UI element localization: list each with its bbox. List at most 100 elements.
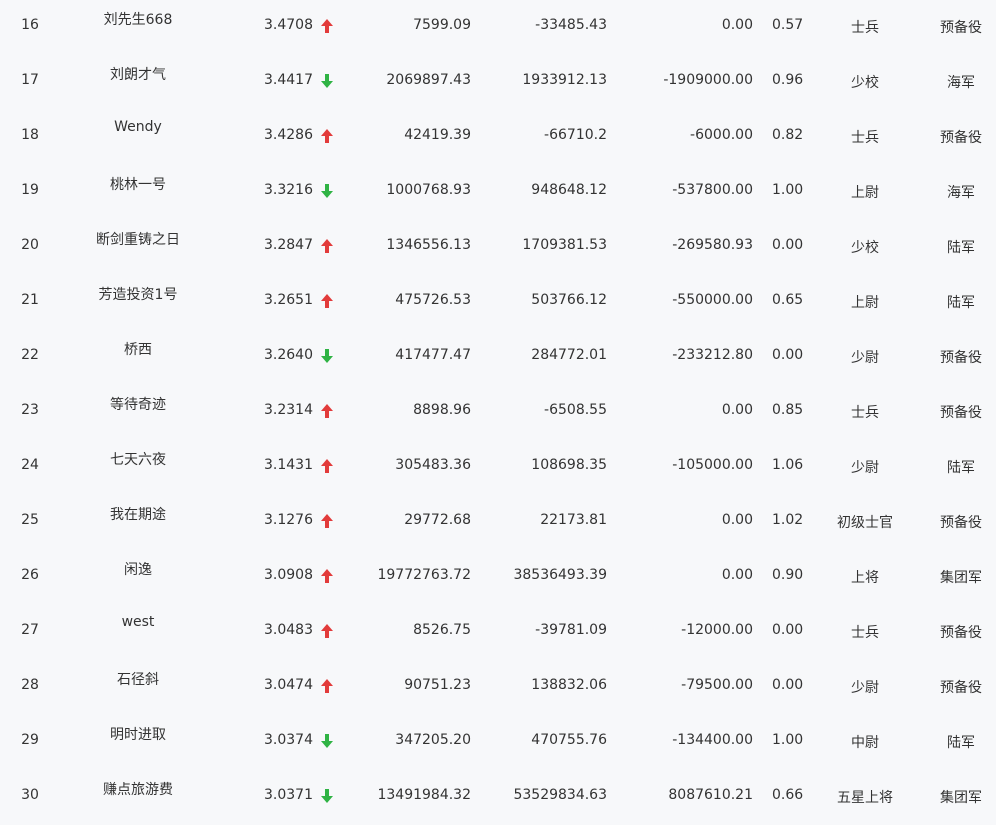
table-row[interactable]: 22 桥西 3.2640 417477.47 284772.01 -233212…	[0, 330, 996, 385]
ratio-cell: 1.00	[772, 732, 804, 748]
table-row[interactable]: 23 等待奇迹 3.2314 8898.96 -6508.55 0.00 0.8…	[0, 385, 996, 440]
military-rank-cell: 上尉	[851, 295, 879, 311]
score-cell: 3.0374	[264, 732, 313, 748]
account-name-link[interactable]: 七天六夜	[60, 449, 216, 469]
table-row[interactable]: 16 刘先生668 3.4708 7599.09 -33485.43 0.00 …	[0, 0, 996, 55]
value-cell-3: -134400.00	[672, 732, 753, 748]
table-row[interactable]: 26 闲逸 3.0908 19772763.72 38536493.39 0.0…	[0, 550, 996, 605]
ratio-cell: 0.65	[772, 292, 804, 308]
rank-cell: 27	[21, 622, 39, 638]
account-name-link[interactable]: 芳造投资1号	[60, 284, 216, 304]
military-rank-cell: 士兵	[851, 405, 879, 421]
value-cell-2: -39781.09	[535, 622, 607, 638]
value-cell-1: 42419.39	[404, 127, 471, 143]
rank-cell: 20	[21, 237, 39, 253]
rank-cell: 24	[21, 457, 39, 473]
table-row[interactable]: 18 Wendy 3.4286 42419.39 -66710.2 -6000.…	[0, 110, 996, 165]
value-cell-1: 19772763.72	[377, 567, 471, 583]
account-name-link[interactable]: 桥西	[60, 339, 216, 359]
ranking-table: 16 刘先生668 3.4708 7599.09 -33485.43 0.00 …	[0, 0, 996, 825]
arrow-up-icon	[320, 293, 334, 309]
group-cell: 集团军	[940, 790, 982, 806]
ratio-cell: 0.00	[772, 347, 804, 363]
account-name-link[interactable]: 断剑重铸之日	[60, 229, 216, 249]
arrow-down-icon	[320, 348, 334, 364]
rank-cell: 30	[21, 787, 39, 803]
score-cell: 3.0371	[264, 787, 313, 803]
ratio-cell: 0.00	[772, 237, 804, 253]
military-rank-cell: 少尉	[851, 350, 879, 366]
arrow-up-icon	[320, 568, 334, 584]
score-cell: 3.1276	[264, 512, 313, 528]
table-row[interactable]: 30 赚点旅游费 3.0371 13491984.32 53529834.63 …	[0, 770, 996, 825]
military-rank-cell: 少尉	[851, 460, 879, 476]
group-cell: 陆军	[947, 295, 975, 311]
score-cell: 3.2314	[264, 402, 313, 418]
score-cell: 3.0474	[264, 677, 313, 693]
arrow-down-icon	[320, 183, 334, 199]
arrow-up-icon	[320, 238, 334, 254]
account-name-link[interactable]: west	[60, 614, 216, 630]
value-cell-3: -79500.00	[681, 677, 753, 693]
account-name-link[interactable]: 闲逸	[60, 559, 216, 579]
account-name-link[interactable]: Wendy	[60, 119, 216, 135]
rank-cell: 16	[21, 17, 39, 33]
group-cell: 预备役	[940, 405, 982, 421]
value-cell-2: 1933912.13	[522, 72, 607, 88]
ratio-cell: 0.00	[772, 622, 804, 638]
group-cell: 海军	[947, 185, 975, 201]
table-row[interactable]: 25 我在期途 3.1276 29772.68 22173.81 0.00 1.…	[0, 495, 996, 550]
account-name-link[interactable]: 石径斜	[60, 669, 216, 689]
military-rank-cell: 士兵	[851, 625, 879, 641]
arrow-down-icon	[320, 733, 334, 749]
score-cell: 3.4708	[264, 17, 313, 33]
value-cell-2: 1709381.53	[522, 237, 607, 253]
ratio-cell: 0.96	[772, 72, 804, 88]
rank-cell: 26	[21, 567, 39, 583]
rank-cell: 22	[21, 347, 39, 363]
table-row[interactable]: 28 石径斜 3.0474 90751.23 138832.06 -79500.…	[0, 660, 996, 715]
table-row[interactable]: 29 明时进取 3.0374 347205.20 470755.76 -1344…	[0, 715, 996, 770]
table-row[interactable]: 24 七天六夜 3.1431 305483.36 108698.35 -1050…	[0, 440, 996, 495]
table-row[interactable]: 19 桃林一号 3.3216 1000768.93 948648.12 -537…	[0, 165, 996, 220]
value-cell-2: 948648.12	[531, 182, 607, 198]
group-cell: 预备役	[940, 130, 982, 146]
value-cell-3: -6000.00	[690, 127, 753, 143]
value-cell-3: -550000.00	[672, 292, 753, 308]
ratio-cell: 0.00	[772, 677, 804, 693]
account-name-link[interactable]: 刘先生668	[60, 9, 216, 29]
score-cell: 3.0483	[264, 622, 313, 638]
ratio-cell: 0.57	[772, 17, 804, 33]
group-cell: 预备役	[940, 20, 982, 36]
table-row[interactable]: 17 刘朗才气 3.4417 2069897.43 1933912.13 -19…	[0, 55, 996, 110]
value-cell-2: -33485.43	[535, 17, 607, 33]
value-cell-1: 475726.53	[395, 292, 471, 308]
account-name-link[interactable]: 我在期途	[60, 504, 216, 524]
account-name-link[interactable]: 赚点旅游费	[60, 779, 216, 799]
value-cell-1: 347205.20	[395, 732, 471, 748]
value-cell-2: 470755.76	[531, 732, 607, 748]
group-cell: 预备役	[940, 680, 982, 696]
value-cell-1: 305483.36	[395, 457, 471, 473]
value-cell-2: 22173.81	[540, 512, 607, 528]
value-cell-3: -12000.00	[681, 622, 753, 638]
account-name-link[interactable]: 明时进取	[60, 724, 216, 744]
group-cell: 集团军	[940, 570, 982, 586]
account-name-link[interactable]: 刘朗才气	[60, 64, 216, 84]
value-cell-1: 1346556.13	[386, 237, 471, 253]
rank-cell: 21	[21, 292, 39, 308]
value-cell-3: 0.00	[721, 17, 753, 33]
table-row[interactable]: 21 芳造投资1号 3.2651 475726.53 503766.12 -55…	[0, 275, 996, 330]
value-cell-3: -233212.80	[672, 347, 753, 363]
account-name-link[interactable]: 桃林一号	[60, 174, 216, 194]
account-name-link[interactable]: 等待奇迹	[60, 394, 216, 414]
group-cell: 预备役	[940, 350, 982, 366]
rank-cell: 23	[21, 402, 39, 418]
arrow-up-icon	[320, 458, 334, 474]
table-row[interactable]: 20 断剑重铸之日 3.2847 1346556.13 1709381.53 -…	[0, 220, 996, 275]
score-cell: 3.0908	[264, 567, 313, 583]
table-row[interactable]: 27 west 3.0483 8526.75 -39781.09 -12000.…	[0, 605, 996, 660]
military-rank-cell: 士兵	[851, 20, 879, 36]
arrow-down-icon	[320, 73, 334, 89]
value-cell-3: -1909000.00	[663, 72, 753, 88]
